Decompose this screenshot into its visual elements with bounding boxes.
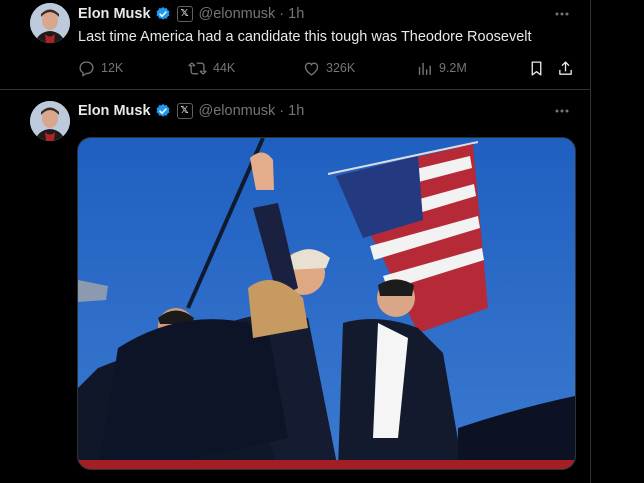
views-button[interactable]: 9.2M [416,57,467,79]
photo-image [78,138,575,469]
tweet[interactable]: Elon Musk 𝕏 @elonmusk · 1h Last time Ame… [0,0,590,90]
share-button[interactable] [557,57,580,79]
reply-button[interactable]: 12K [78,57,123,79]
views-count: 9.2M [439,61,467,75]
tweet-actions: 12K 44K 326K 9.2M [78,57,578,79]
avatar-image [30,101,70,141]
repost-button[interactable]: 44K [188,57,235,79]
tweet-header: Elon Musk 𝕏 @elonmusk · 1h [78,4,304,24]
more-icon[interactable] [552,4,572,24]
timestamp[interactable]: 1h [288,6,304,22]
more-icon[interactable] [552,101,572,121]
author-handle[interactable]: @elonmusk [199,103,276,119]
bookmark-button[interactable] [528,57,551,79]
avatar[interactable] [30,101,70,141]
tweet-text: Last time America had a candidate this t… [78,29,532,45]
author-name[interactable]: Elon Musk [78,103,151,119]
verified-badge-icon [155,6,171,22]
bookmark-icon [531,60,542,76]
retweet-icon [188,61,207,75]
verified-badge-icon [155,103,171,119]
like-button[interactable]: 326K [303,57,355,79]
tweet-header: Elon Musk 𝕏 @elonmusk · 1h [78,101,304,121]
repost-count: 44K [213,61,236,75]
like-count: 326K [326,61,356,75]
author-handle[interactable]: @elonmusk [199,6,276,22]
timeline: Elon Musk 𝕏 @elonmusk · 1h Last time Ame… [0,0,591,483]
views-icon [418,62,431,75]
tweet[interactable]: Elon Musk 𝕏 @elonmusk · 1h [0,90,590,483]
share-icon [559,60,572,75]
separator-dot: · [279,103,285,119]
like-icon [304,62,319,76]
separator-dot: · [279,6,285,22]
author-name[interactable]: Elon Musk [78,6,151,22]
avatar-image [30,3,70,43]
reply-icon [79,60,94,77]
timestamp[interactable]: 1h [288,103,304,119]
reply-count: 12K [101,61,124,75]
tweet-photo[interactable] [77,137,576,470]
x-logo-icon: 𝕏 [176,103,193,119]
x-logo-icon: 𝕏 [176,6,193,22]
avatar[interactable] [30,3,70,43]
